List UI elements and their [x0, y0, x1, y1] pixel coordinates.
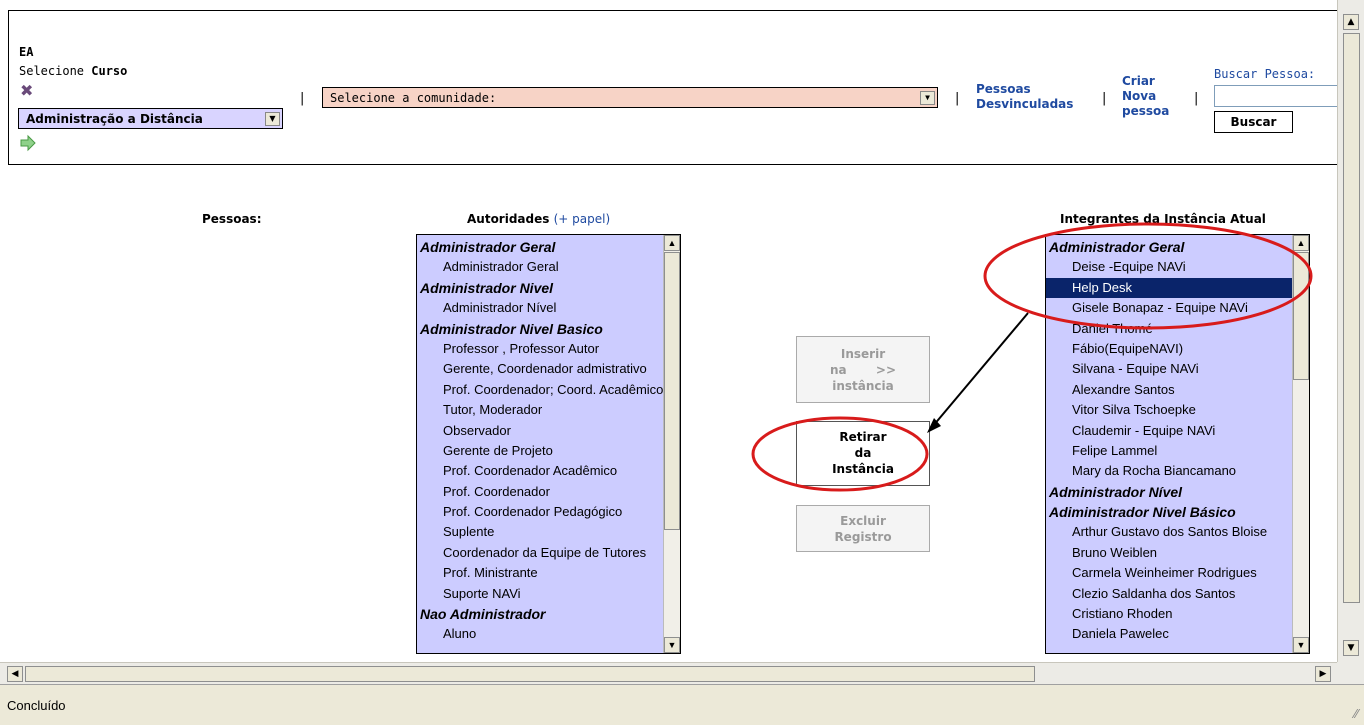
annotation-arrow: [932, 312, 1029, 427]
list-item[interactable]: Bruno Weiblen: [1046, 543, 1309, 563]
chevron-down-icon[interactable]: ▼: [265, 112, 280, 126]
window-vertical-scrollbar[interactable]: ▲ ▼: [1337, 0, 1364, 662]
list-item[interactable]: Daniel Thomé: [1046, 319, 1309, 339]
scroll-up-icon[interactable]: ▲: [664, 235, 680, 251]
list-item[interactable]: Vitor Silva Tschoepke: [1046, 400, 1309, 420]
list-group-header[interactable]: Administrador Nível: [1046, 482, 1309, 502]
list-item[interactable]: Suporte NAVi: [417, 584, 680, 604]
separator: |: [1102, 91, 1107, 106]
green-arrow-icon[interactable]: [19, 134, 37, 152]
list-item[interactable]: Clezio Saldanha dos Santos: [1046, 584, 1309, 604]
list-item[interactable]: Cristiano Rhoden: [1046, 604, 1309, 624]
list-item[interactable]: Alexandre Santos: [1046, 380, 1309, 400]
pessoas-desvinculadas-link[interactable]: Pessoas Desvinculadas: [976, 82, 1088, 112]
list-item[interactable]: Prof. Coordenador Pedagógico: [417, 502, 680, 522]
select-curso-label: Selecione Curso: [19, 64, 128, 78]
list-item[interactable]: Mary da Rocha Biancamano: [1046, 461, 1309, 481]
list-item[interactable]: Fábio(EquipeNAVI): [1046, 339, 1309, 359]
separator: |: [300, 91, 305, 106]
list-item[interactable]: Gerente, Coordenador admistrativo: [417, 359, 680, 379]
list-group-header[interactable]: Administrador Nivel Basico: [417, 319, 680, 339]
status-bar: Concluído ⁄⁄: [0, 684, 1364, 725]
list-item[interactable]: Prof. Coordenador: [417, 482, 680, 502]
list-item[interactable]: Help Desk: [1046, 277, 1309, 299]
list-item[interactable]: Felipe Lammel: [1046, 441, 1309, 461]
list-item[interactable]: Observador: [417, 421, 680, 441]
listbox-scrollbar[interactable]: ▲ ▼: [663, 235, 680, 653]
resize-grip-icon[interactable]: ⁄⁄: [1354, 707, 1358, 721]
status-text: Concluído: [7, 698, 66, 713]
list-item[interactable]: Aluno: [417, 624, 680, 644]
scroll-down-icon[interactable]: ▼: [1343, 640, 1359, 656]
excluir-registro-button[interactable]: Excluir Registro: [796, 505, 930, 552]
list-item[interactable]: Prof. Coordenador Acadêmico: [417, 461, 680, 481]
scroll-up-icon[interactable]: ▲: [1343, 14, 1359, 30]
criar-nova-pessoa-link[interactable]: Criar Nova pessoa: [1122, 74, 1182, 119]
list-item[interactable]: Prof. Ministrante: [417, 563, 680, 583]
scroll-down-icon[interactable]: ▼: [664, 637, 680, 653]
autoridades-listbox[interactable]: Administrador Geral Administrador Geral Ad…: [416, 234, 681, 654]
scroll-thumb[interactable]: [1343, 33, 1360, 603]
scroll-thumb[interactable]: [25, 666, 1035, 682]
buscar-pessoa-input[interactable]: [1214, 85, 1337, 107]
autoridades-header: Autoridades (+ papel): [467, 212, 611, 226]
window-horizontal-scrollbar[interactable]: ◀ ▶: [0, 662, 1337, 685]
chevron-down-icon[interactable]: ▼: [920, 91, 935, 105]
add-papel-link[interactable]: (+ papel): [554, 212, 611, 226]
buscar-pessoa-label: Buscar Pessoa:: [1214, 67, 1316, 81]
list-group-header[interactable]: Nao Administrador: [417, 604, 680, 624]
scroll-corner: [1337, 662, 1364, 684]
list-item[interactable]: Claudemir - Equipe NAVi: [1046, 421, 1309, 441]
separator: |: [1194, 91, 1199, 106]
list-group-header[interactable]: Adiministrador Nivel Básico: [1046, 502, 1309, 522]
scroll-up-icon[interactable]: ▲: [1293, 235, 1309, 251]
list-item[interactable]: Arthur Gustavo dos Santos Bloise: [1046, 522, 1309, 542]
list-item[interactable]: Administrador Geral: [417, 257, 680, 277]
list-group-header[interactable]: Administrador Nivel: [417, 278, 680, 298]
integrantes-listbox[interactable]: Administrador Geral Deise -Equipe NAVi Hel…: [1045, 234, 1310, 654]
scroll-thumb[interactable]: [1293, 252, 1309, 380]
list-item[interactable]: Daniela Pawelec: [1046, 624, 1309, 644]
list-item[interactable]: Prof. Coordenador; Coord. Acadêmico: [417, 380, 680, 400]
comunidade-select[interactable]: Selecione a comunidade: ▼: [322, 87, 938, 108]
scroll-down-icon[interactable]: ▼: [1293, 637, 1309, 653]
list-item[interactable]: Deise -Equipe NAVi: [1046, 257, 1309, 277]
list-item[interactable]: Coordenador da Equipe de Tutores: [417, 543, 680, 563]
scroll-right-icon[interactable]: ▶: [1315, 666, 1331, 682]
list-item[interactable]: Gerente de Projeto: [417, 441, 680, 461]
integrantes-header: Integrantes da Instância Atual: [1060, 212, 1266, 226]
curso-select[interactable]: Administração a Distância ▼: [18, 108, 283, 129]
list-group-header[interactable]: Administrador Geral: [1046, 237, 1309, 257]
pessoas-header: Pessoas:: [202, 212, 262, 226]
separator: |: [955, 91, 960, 106]
scroll-thumb[interactable]: [664, 252, 680, 530]
list-item[interactable]: Suplente: [417, 522, 680, 542]
inserir-na-instancia-button[interactable]: Inserir na >> instância: [796, 336, 930, 403]
retirar-da-instancia-button[interactable]: Retirar da Instância: [796, 421, 930, 486]
list-group-header[interactable]: Administrador Geral: [417, 237, 680, 257]
list-item[interactable]: Administrador Nível: [417, 298, 680, 318]
listbox-scrollbar[interactable]: ▲ ▼: [1292, 235, 1309, 653]
list-item[interactable]: Carmela Weinheimer Rodrigues: [1046, 563, 1309, 583]
buscar-button[interactable]: Buscar: [1214, 111, 1293, 133]
scroll-left-icon[interactable]: ◀: [7, 666, 23, 682]
list-item[interactable]: Silvana - Equipe NAVi: [1046, 359, 1309, 379]
ea-label: EA: [19, 45, 34, 59]
list-item[interactable]: Gisele Bonapaz - Equipe NAVi: [1046, 298, 1309, 318]
list-item[interactable]: Professor , Professor Autor: [417, 339, 680, 359]
list-item[interactable]: Tutor, Moderador: [417, 400, 680, 420]
remove-x-icon[interactable]: ✖: [20, 82, 38, 100]
